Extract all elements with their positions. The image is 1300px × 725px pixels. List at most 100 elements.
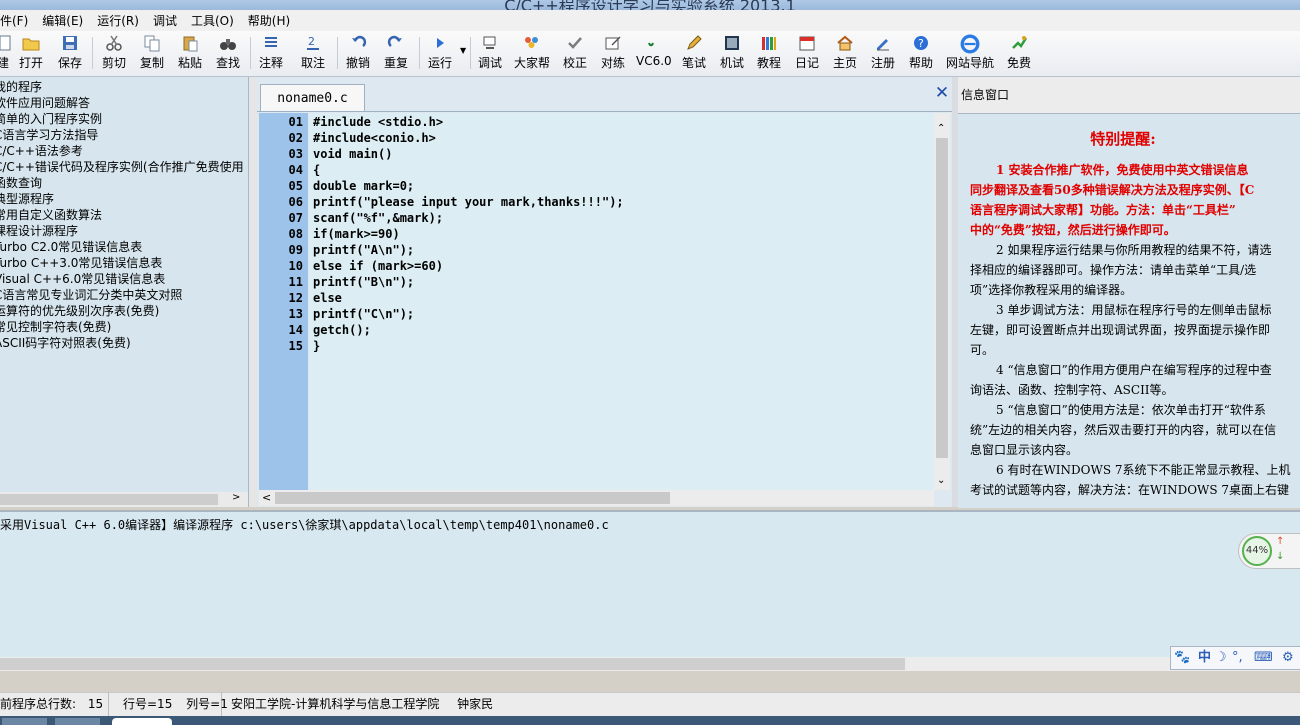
code-line[interactable]: double mark=0;	[313, 178, 414, 194]
close-tab-icon[interactable]: ✕	[934, 84, 950, 102]
run-dropdown-arrow-icon[interactable]: ▼	[460, 46, 466, 55]
menu-help[interactable]: 帮助(H)	[248, 12, 290, 29]
everyone-help-button[interactable]: 大家帮	[513, 31, 551, 76]
tutorial-button[interactable]: 教程	[755, 31, 783, 76]
output-horizontal-scroll-thumb[interactable]	[0, 658, 905, 670]
written-test-button[interactable]: 笔试	[680, 31, 708, 76]
tree-item[interactable]: 函数查询	[0, 175, 42, 191]
tree-horizontal-scrollbar[interactable]: >	[0, 492, 248, 507]
paw-icon[interactable]: 🐾	[1174, 649, 1190, 667]
tree-item[interactable]: C/C++语法参考	[0, 143, 83, 159]
line-number[interactable]: 10	[259, 258, 303, 274]
keyboard-icon[interactable]: ⌨	[1254, 649, 1273, 667]
menu-debug[interactable]: 调试	[153, 12, 177, 29]
code-line[interactable]: else	[313, 290, 342, 306]
tree-item[interactable]: Turbo C++3.0常见错误信息表	[0, 255, 162, 271]
tree-scroll-thumb[interactable]	[0, 494, 218, 505]
scroll-up-arrow-icon[interactable]: ⌃	[937, 123, 945, 134]
line-number[interactable]: 06	[259, 194, 303, 210]
line-number[interactable]: 01	[259, 114, 303, 130]
paste-button[interactable]: 粘贴	[176, 31, 204, 76]
line-number[interactable]: 05	[259, 178, 303, 194]
code-line[interactable]: printf("please input your mark,thanks!!!…	[313, 194, 624, 210]
scroll-right-arrow-icon[interactable]: >	[232, 492, 240, 503]
taskbar-item[interactable]	[2, 718, 47, 725]
tree-item[interactable]: 我的程序	[0, 79, 42, 95]
line-number[interactable]: 07	[259, 210, 303, 226]
diary-button[interactable]: 日记	[793, 31, 821, 76]
new-button[interactable]: 建	[0, 31, 11, 76]
code-line[interactable]: void main()	[313, 146, 392, 162]
menu-tools[interactable]: 工具(O)	[191, 12, 234, 29]
copy-button[interactable]: 复制	[138, 31, 166, 76]
free-button[interactable]: 免费	[1005, 31, 1033, 76]
menu-edit[interactable]: 编辑(E)	[42, 12, 83, 29]
code-line[interactable]: getch();	[313, 322, 371, 338]
tree-item[interactable]: 课程设计源程序	[0, 223, 78, 239]
tree-item[interactable]: C/C++错误代码及程序实例(合作推广免费使用	[0, 159, 244, 175]
moon-icon[interactable]: ☽	[1215, 649, 1227, 667]
left-splitter[interactable]	[249, 77, 257, 507]
undo-button[interactable]: 撤销	[344, 31, 372, 76]
line-number[interactable]: 09	[259, 242, 303, 258]
tree-item[interactable]: Visual C++6.0常见错误信息表	[0, 271, 165, 287]
tree-item[interactable]: C语言学习方法指导	[0, 127, 98, 143]
uncomment-button[interactable]: 2 取注	[299, 31, 327, 76]
code-line[interactable]: printf("A\n");	[313, 242, 414, 258]
code-line[interactable]: }	[313, 338, 320, 354]
find-button[interactable]: 查找	[214, 31, 242, 76]
menu-file[interactable]: 件(F)	[0, 12, 28, 29]
line-number[interactable]: 13	[259, 306, 303, 322]
line-number[interactable]: 15	[259, 338, 303, 354]
line-number[interactable]: 02	[259, 130, 303, 146]
tree-item[interactable]: Turbo C2.0常见错误信息表	[0, 239, 142, 255]
scroll-down-arrow-icon[interactable]: ⌄	[937, 475, 945, 486]
vc6-button[interactable]: VC6.0	[636, 31, 672, 76]
tree-item[interactable]: 运算符的优先级别次序表(免费)	[0, 303, 159, 319]
line-number[interactable]: 03	[259, 146, 303, 162]
line-number[interactable]: 11	[259, 274, 303, 290]
tree-item[interactable]: ASCII码字符对照表(免费)	[0, 335, 131, 351]
save-button[interactable]: 保存	[56, 31, 84, 76]
taskbar-item[interactable]	[112, 718, 172, 725]
menu-run[interactable]: 运行(R)	[97, 12, 139, 29]
editor-vertical-scroll-thumb[interactable]	[936, 138, 948, 458]
line-number-gutter[interactable]: 01 02 03 04 05 06 07 08 09 10 11 12 13 1…	[259, 113, 308, 490]
code-line[interactable]: #include<conio.h>	[313, 130, 436, 146]
cut-button[interactable]: 剪切	[100, 31, 128, 76]
code-line[interactable]: scanf("%f",&mark);	[313, 210, 443, 226]
tab-noname0[interactable]: noname0.c	[260, 84, 365, 111]
comment-button[interactable]: 注释	[257, 31, 285, 76]
tree-item[interactable]: 软件应用问题解答	[0, 95, 90, 111]
editor-horizontal-scroll-thumb[interactable]	[275, 492, 670, 504]
code-editor[interactable]: #include <stdio.h> #include<conio.h> voi…	[309, 113, 934, 490]
line-number[interactable]: 12	[259, 290, 303, 306]
tree-item[interactable]: 简单的入门程序实例	[0, 111, 102, 127]
redo-button[interactable]: 重复	[382, 31, 410, 76]
line-number[interactable]: 04	[259, 162, 303, 178]
settings-icon[interactable]: ⚙	[1282, 649, 1294, 667]
code-line[interactable]: printf("C\n");	[313, 306, 414, 322]
tree-item[interactable]: 典型源程序	[0, 191, 54, 207]
tree-item[interactable]: 常见控制字符表(免费)	[0, 319, 111, 335]
practice-button[interactable]: 对练	[599, 31, 627, 76]
debug-button[interactable]: 调试	[476, 31, 504, 76]
taskbar-item[interactable]	[55, 718, 100, 725]
code-line[interactable]: {	[313, 162, 320, 178]
register-button[interactable]: 注册	[869, 31, 897, 76]
line-number[interactable]: 14	[259, 322, 303, 338]
scroll-left-arrow-icon[interactable]: <	[262, 491, 271, 504]
ime-mode-label[interactable]: 中	[1198, 649, 1211, 667]
code-line[interactable]: if(mark>=90)	[313, 226, 400, 242]
machine-test-button[interactable]: 机试	[718, 31, 746, 76]
memory-percent-badge[interactable]: 44%	[1242, 536, 1272, 566]
site-navigation-button[interactable]: 网站导航	[944, 31, 996, 76]
code-line[interactable]: else if (mark>=60)	[313, 258, 443, 274]
open-button[interactable]: 打开	[17, 31, 45, 76]
help-button[interactable]: ? 帮助	[907, 31, 935, 76]
punctuation-icon[interactable]: °,	[1232, 649, 1243, 667]
tree-item[interactable]: C语言常见专业词汇分类中英文对照	[0, 287, 182, 303]
code-line[interactable]: printf("B\n");	[313, 274, 414, 290]
tree-item[interactable]: 常用自定义函数算法	[0, 207, 102, 223]
homepage-button[interactable]: 主页	[831, 31, 859, 76]
